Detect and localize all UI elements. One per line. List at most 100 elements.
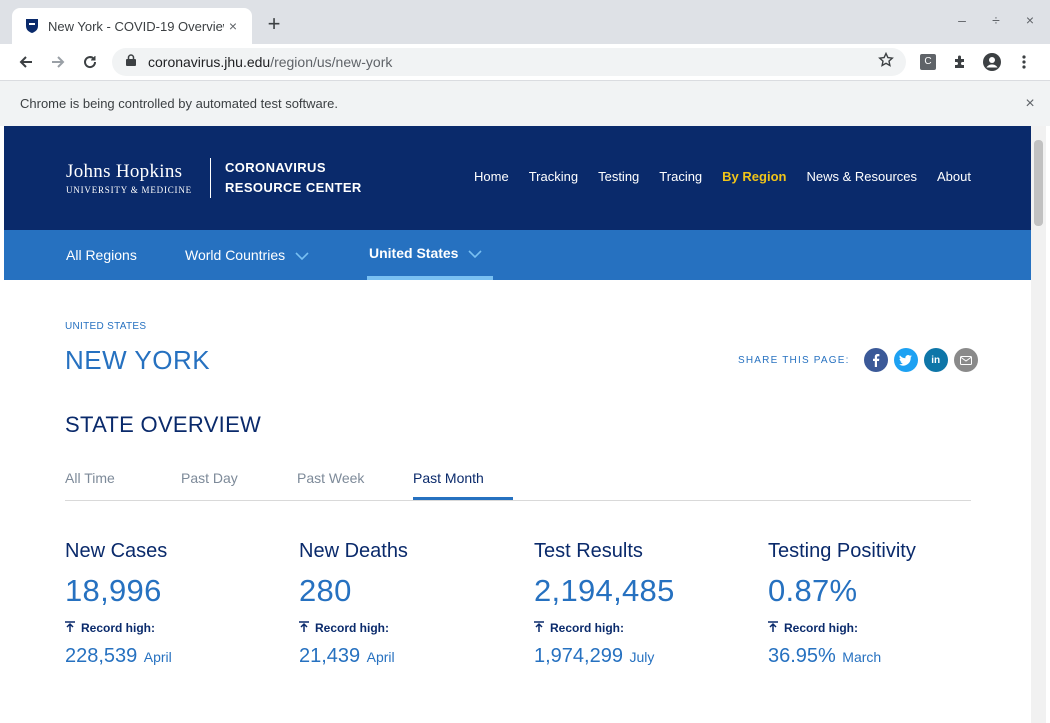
bookmark-star-icon[interactable]	[878, 51, 896, 73]
lock-icon	[126, 53, 138, 71]
close-window-button[interactable]: ×	[1020, 12, 1040, 28]
subnav-united-states[interactable]: United States	[367, 230, 493, 280]
infobar-close-icon[interactable]: ×	[1010, 95, 1050, 113]
record-high-label: Record high:	[784, 621, 858, 635]
arrow-up-record-icon	[534, 621, 544, 635]
record-high-label-row: Record high:	[768, 621, 988, 635]
tab-past-week[interactable]: Past Week	[297, 470, 364, 486]
active-tab-indicator	[413, 497, 513, 500]
chevron-down-icon	[468, 228, 483, 278]
share-bar: SHARE THIS PAGE: in	[738, 348, 978, 372]
subnav-all-regions[interactable]: All Regions	[66, 230, 137, 280]
stat-value: 2,194,485	[534, 573, 675, 608]
record-high-month: April	[143, 649, 172, 665]
record-high-value-row: 1,974,299 July	[534, 645, 754, 668]
jhu-wordmark: Johns Hopkins UNIVERSITY & MEDICINE	[66, 161, 192, 195]
record-high-label-row: Record high:	[534, 621, 754, 635]
stat-new-deaths: New Deaths 280 Record high: 21,439 April	[299, 540, 519, 668]
record-high-value: 36.95%	[768, 645, 836, 667]
section-title: STATE OVERVIEW	[65, 412, 262, 437]
page-viewport: Johns Hopkins UNIVERSITY & MEDICINE CORO…	[4, 126, 1031, 723]
arrow-up-record-icon	[65, 621, 75, 635]
browser-tab[interactable]: New York - COVID-19 Overview ×	[12, 8, 252, 44]
record-high-value-row: 228,539 April	[65, 645, 285, 668]
profile-avatar-icon[interactable]	[981, 51, 1003, 73]
crc-line-2: RESOURCE CENTER	[224, 180, 362, 195]
extension-c-label: C	[920, 54, 936, 70]
crc-line-1: CORONAVIRUS	[224, 160, 326, 175]
maximize-button[interactable]: ÷	[986, 12, 1006, 28]
url-path: /region/us/new-york	[270, 54, 393, 70]
subnav-all-regions-label: All Regions	[66, 247, 137, 263]
scrollbar-thumb[interactable]	[1034, 140, 1043, 226]
record-high-month: March	[842, 649, 882, 665]
record-high-label: Record high:	[550, 621, 624, 635]
site-header: Johns Hopkins UNIVERSITY & MEDICINE CORO…	[4, 126, 1031, 230]
record-high-label-row: Record high:	[65, 621, 285, 635]
nav-news-resources[interactable]: News & Resources	[806, 169, 917, 184]
record-high-value: 21,439	[299, 645, 361, 667]
stat-value: 280	[299, 573, 352, 608]
tab-all-time[interactable]: All Time	[65, 470, 115, 486]
site-logo[interactable]: Johns Hopkins UNIVERSITY & MEDICINE CORO…	[66, 158, 362, 198]
record-high-value: 228,539	[65, 645, 138, 667]
share-label: SHARE THIS PAGE:	[738, 354, 850, 366]
record-high-value-row: 36.95% March	[768, 645, 988, 668]
subnav-united-states-label: United States	[369, 245, 459, 261]
nav-tracing[interactable]: Tracing	[659, 169, 702, 184]
extension-c-icon[interactable]: C	[917, 51, 939, 73]
kebab-menu-icon[interactable]	[1013, 51, 1035, 73]
region-subnav: All Regions World Countries United State…	[4, 230, 1031, 280]
infobar-message: Chrome is being controlled by automated …	[20, 96, 338, 111]
nav-about[interactable]: About	[937, 169, 971, 184]
browser-tab-strip: New York - COVID-19 Overview × + – ÷ ×	[0, 0, 1050, 44]
email-icon[interactable]	[953, 348, 978, 372]
record-high-label: Record high:	[81, 621, 155, 635]
subnav-world-countries-label: World Countries	[185, 247, 286, 263]
forward-arrow-icon[interactable]	[46, 50, 70, 74]
main-navigation: Home Tracking Testing Tracing By Region …	[454, 169, 971, 184]
nav-testing[interactable]: Testing	[598, 169, 639, 184]
url-host: coronavirus.jhu.edu	[148, 54, 271, 70]
stat-value: 18,996	[65, 573, 162, 608]
new-tab-button[interactable]: +	[262, 12, 286, 36]
arrow-up-record-icon	[299, 621, 309, 635]
nav-by-region[interactable]: By Region	[722, 169, 786, 184]
tab-close-icon[interactable]: ×	[224, 17, 242, 35]
record-high-label-row: Record high:	[299, 621, 519, 635]
nav-home[interactable]: Home	[474, 169, 509, 184]
breadcrumb[interactable]: UNITED STATES	[65, 321, 146, 332]
automation-infobar: Chrome is being controlled by automated …	[0, 80, 1050, 126]
browser-toolbar: coronavirus.jhu.edu/region/us/new-york C	[0, 44, 1050, 80]
nav-tracking[interactable]: Tracking	[529, 169, 578, 184]
record-high-month: July	[629, 649, 655, 665]
logo-name: Johns Hopkins	[66, 161, 183, 182]
stat-title: Test Results	[534, 540, 643, 562]
stat-new-cases: New Cases 18,996 Record high: 228,539 Ap…	[65, 540, 285, 668]
twitter-icon[interactable]	[893, 348, 918, 372]
extensions-puzzle-icon[interactable]	[949, 51, 971, 73]
logo-divider	[209, 158, 211, 198]
stat-title: New Cases	[65, 540, 168, 562]
tab-past-day[interactable]: Past Day	[181, 470, 238, 486]
crc-wordmark: CORONAVIRUS RESOURCE CENTER	[225, 158, 362, 198]
stat-title: Testing Positivity	[768, 540, 916, 562]
back-arrow-icon[interactable]	[14, 50, 38, 74]
stat-title: New Deaths	[299, 540, 408, 562]
linkedin-icon[interactable]: in	[923, 348, 948, 372]
facebook-icon[interactable]	[863, 348, 888, 372]
address-bar[interactable]: coronavirus.jhu.edu/region/us/new-york	[112, 48, 906, 76]
page-title: NEW YORK	[65, 345, 211, 375]
subnav-world-countries[interactable]: World Countries	[185, 230, 309, 280]
stat-value: 0.87%	[768, 573, 858, 608]
reload-icon[interactable]	[78, 50, 102, 74]
record-high-value-row: 21,439 April	[299, 645, 519, 668]
stat-testing-positivity: Testing Positivity 0.87% Record high: 36…	[768, 540, 988, 668]
jhu-shield-favicon-icon	[24, 18, 40, 34]
time-range-tabs: All Time Past Day Past Week Past Month	[65, 456, 971, 501]
tab-past-month[interactable]: Past Month	[413, 470, 484, 486]
tab-title: New York - COVID-19 Overview	[48, 18, 224, 34]
minimize-button[interactable]: –	[952, 12, 972, 28]
url-text: coronavirus.jhu.edu/region/us/new-york	[148, 54, 878, 70]
page-scrollbar[interactable]	[1031, 126, 1046, 723]
